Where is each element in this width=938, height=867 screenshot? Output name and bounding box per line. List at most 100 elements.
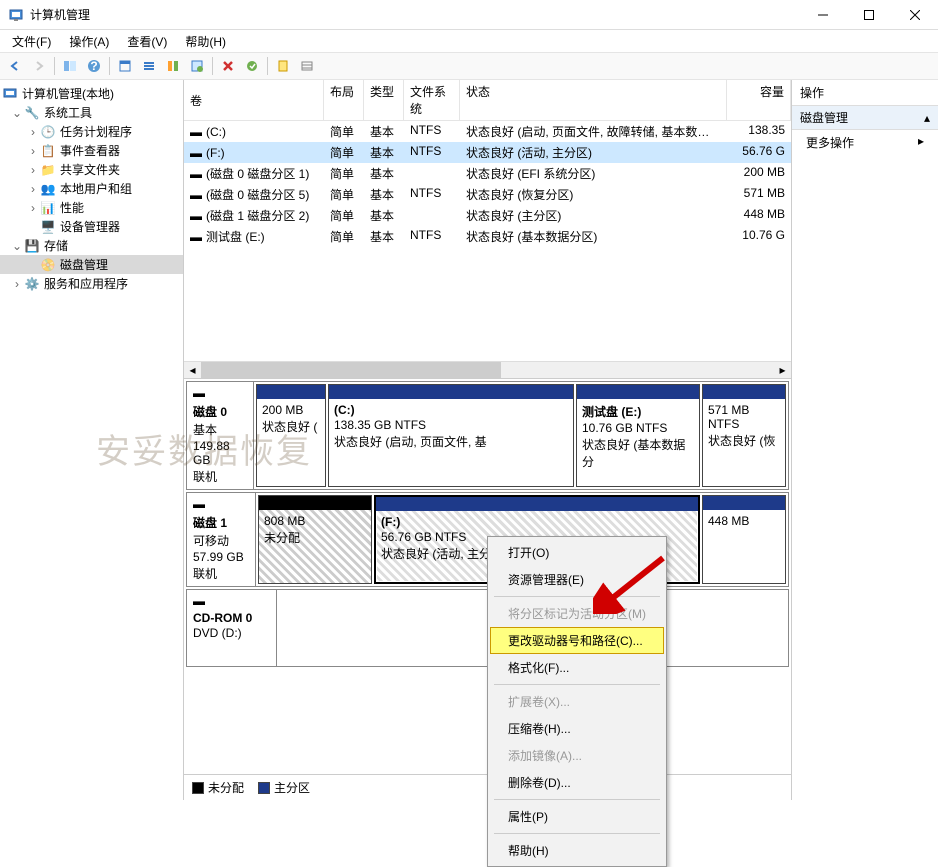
partition[interactable]: 448 MB <box>702 495 786 584</box>
expand-icon[interactable]: › <box>26 163 40 177</box>
ctx-shrink[interactable]: 压缩卷(H)... <box>490 715 664 742</box>
expand-icon[interactable]: › <box>10 277 24 291</box>
folder-icon: 📁 <box>40 162 56 178</box>
tree-event[interactable]: › 📋 事件查看器 <box>0 141 183 160</box>
window-title: 计算机管理 <box>30 6 930 23</box>
perf-icon: 📊 <box>40 200 56 216</box>
partition[interactable]: 808 MB未分配 <box>258 495 372 584</box>
forward-button[interactable] <box>28 55 50 77</box>
volume-row[interactable]: ▬(C:) 简单 基本 NTFS 状态良好 (启动, 页面文件, 故障转储, 基… <box>184 121 791 142</box>
disk-label[interactable]: ▬ 磁盘 0基本149.88 GB联机 <box>187 382 254 489</box>
refresh-button[interactable] <box>114 55 136 77</box>
col-type[interactable]: 类型 <box>364 80 404 120</box>
list-button[interactable] <box>138 55 160 77</box>
col-fs[interactable]: 文件系统 <box>404 80 460 120</box>
volume-row[interactable]: ▬(磁盘 0 磁盘分区 5) 简单 基本 NTFS 状态良好 (恢复分区) 57… <box>184 184 791 205</box>
tree-root[interactable]: 计算机管理(本地) <box>0 84 183 103</box>
disk-icon: ▬ <box>193 594 270 608</box>
disk-icon: 📀 <box>40 257 56 273</box>
legend-primary: 主分区 <box>258 779 310 796</box>
list2-button[interactable] <box>296 55 318 77</box>
show-hide-button[interactable] <box>59 55 81 77</box>
app-icon <box>8 7 24 23</box>
back-button[interactable] <box>4 55 26 77</box>
menu-file[interactable]: 文件(F) <box>4 31 59 52</box>
drive-icon: ▬ <box>190 146 202 160</box>
tree-devmgr[interactable]: 🖥️ 设备管理器 <box>0 217 183 236</box>
event-icon: 📋 <box>40 143 56 159</box>
volume-row[interactable]: ▬(磁盘 1 磁盘分区 2) 简单 基本 状态良好 (主分区) 448 MB <box>184 205 791 226</box>
maximize-button[interactable] <box>846 0 892 30</box>
disk-label[interactable]: ▬ CD-ROM 0DVD (D:) <box>187 590 277 666</box>
ctx-help[interactable]: 帮助(H) <box>490 837 664 864</box>
delete-button[interactable] <box>217 55 239 77</box>
tree-services[interactable]: › ⚙️ 服务和应用程序 <box>0 274 183 293</box>
drive-icon: ▬ <box>190 209 202 223</box>
ctx-mirror: 添加镜像(A)... <box>490 742 664 769</box>
drive-icon: ▬ <box>190 125 202 139</box>
ctx-explorer[interactable]: 资源管理器(E) <box>490 566 664 593</box>
titlebar: 计算机管理 <box>0 0 938 30</box>
volume-row[interactable]: ▬(磁盘 0 磁盘分区 1) 简单 基本 状态良好 (EFI 系统分区) 200… <box>184 163 791 184</box>
menu-help[interactable]: 帮助(H) <box>177 31 234 52</box>
scroll-right-icon[interactable]: ▸ <box>774 362 791 379</box>
col-layout[interactable]: 布局 <box>324 80 364 120</box>
tree-systools[interactable]: ⌄ 🔧 系统工具 <box>0 103 183 122</box>
collapse-icon[interactable]: ⌄ <box>10 239 24 253</box>
ctx-change-drive-letter[interactable]: 更改驱动器号和路径(C)... <box>490 627 664 654</box>
disk-label[interactable]: ▬ 磁盘 1可移动57.99 GB联机 <box>187 493 256 586</box>
storage-icon: 💾 <box>24 238 40 254</box>
ctx-open[interactable]: 打开(O) <box>490 539 664 566</box>
properties-button[interactable] <box>186 55 208 77</box>
context-menu: 打开(O) 资源管理器(E) 将分区标记为活动分区(M) 更改驱动器号和路径(C… <box>487 536 667 867</box>
ctx-format[interactable]: 格式化(F)... <box>490 654 664 681</box>
partition[interactable]: 200 MB状态良好 ( <box>256 384 326 487</box>
expand-icon[interactable]: › <box>26 182 40 196</box>
disk-icon: ▬ <box>193 497 249 511</box>
scroll-thumb[interactable] <box>201 362 501 378</box>
expand-icon[interactable]: › <box>26 125 40 139</box>
svg-text:?: ? <box>90 59 97 73</box>
col-capacity[interactable]: 容量 <box>727 80 791 120</box>
volume-row[interactable]: ▬(F:) 简单 基本 NTFS 状态良好 (活动, 主分区) 56.76 G <box>184 142 791 163</box>
col-status[interactable]: 状态 <box>460 80 727 120</box>
tree-users[interactable]: › 👥 本地用户和组 <box>0 179 183 198</box>
ctx-props[interactable]: 属性(P) <box>490 803 664 830</box>
users-icon: 👥 <box>40 181 56 197</box>
tree-shared[interactable]: › 📁 共享文件夹 <box>0 160 183 179</box>
close-button[interactable] <box>892 0 938 30</box>
volume-header: 卷 布局 类型 文件系统 状态 容量 <box>184 80 791 121</box>
drive-icon: ▬ <box>190 188 202 202</box>
settings-button[interactable] <box>162 55 184 77</box>
submenu-arrow-icon: ▸ <box>918 134 924 151</box>
tree-root-label: 计算机管理(本地) <box>22 85 114 102</box>
tree-task[interactable]: › 🕒 任务计划程序 <box>0 122 183 141</box>
legend-unalloc: 未分配 <box>192 779 244 796</box>
expand-icon[interactable]: › <box>26 201 40 215</box>
ctx-delete[interactable]: 删除卷(D)... <box>490 769 664 796</box>
partition[interactable]: (C:)138.35 GB NTFS状态良好 (启动, 页面文件, 基 <box>328 384 574 487</box>
col-volume[interactable]: 卷 <box>184 80 324 120</box>
new-button[interactable] <box>272 55 294 77</box>
action-button[interactable] <box>241 55 263 77</box>
menu-view[interactable]: 查看(V) <box>119 31 175 52</box>
drive-icon: ▬ <box>190 167 202 181</box>
minimize-button[interactable] <box>800 0 846 30</box>
h-scrollbar[interactable]: ◂ ▸ <box>184 361 791 378</box>
tree-perf[interactable]: › 📊 性能 <box>0 198 183 217</box>
tree-diskmgmt[interactable]: 📀 磁盘管理 <box>0 255 183 274</box>
menubar: 文件(F) 操作(A) 查看(V) 帮助(H) <box>0 30 938 52</box>
collapse-icon[interactable]: ⌄ <box>10 106 24 120</box>
menu-action[interactable]: 操作(A) <box>61 31 117 52</box>
scroll-left-icon[interactable]: ◂ <box>184 362 201 379</box>
help-button[interactable]: ? <box>83 55 105 77</box>
tree-storage[interactable]: ⌄ 💾 存储 <box>0 236 183 255</box>
toolbar: ? <box>0 52 938 80</box>
actions-diskmgmt[interactable]: 磁盘管理 ▴ <box>792 106 938 130</box>
volume-row[interactable]: ▬测试盘 (E:) 简单 基本 NTFS 状态良好 (基本数据分区) 10.76… <box>184 226 791 247</box>
partition[interactable]: 571 MB NTFS状态良好 (恢 <box>702 384 786 487</box>
actions-more[interactable]: 更多操作 ▸ <box>792 130 938 155</box>
device-icon: 🖥️ <box>40 219 56 235</box>
expand-icon[interactable]: › <box>26 144 40 158</box>
partition[interactable]: 测试盘 (E:)10.76 GB NTFS状态良好 (基本数据分 <box>576 384 700 487</box>
